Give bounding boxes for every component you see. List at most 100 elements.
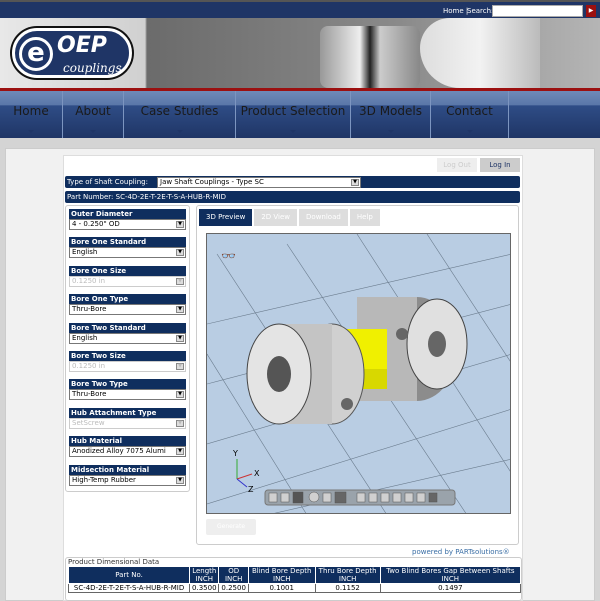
field-select[interactable]: English ▼ <box>69 247 186 259</box>
tab-help[interactable]: Help <box>349 209 380 226</box>
coupling-type-value: Jaw Shaft Couplings - Type SC <box>160 178 264 186</box>
chevron-down-icon: ▼ <box>176 419 184 427</box>
field-label: Bore Two Standard <box>69 322 186 333</box>
zoom-icon[interactable] <box>308 491 320 503</box>
nav-3d-models[interactable]: 3D Models <box>351 91 431 138</box>
oep-logo[interactable]: e OEP couplings <box>12 28 132 78</box>
column-header: Blind Bore Depth INCH <box>247 566 316 584</box>
logo-oep: OEP <box>57 33 107 58</box>
field-label: Midsection Material <box>69 464 186 475</box>
field-select: 0.1250 in ▼ <box>69 360 186 372</box>
field-value: 0.1250 in <box>72 361 106 370</box>
banner-coupling-image <box>320 26 420 88</box>
field-select[interactable]: Anodized Alloy 7075 Alumi ▼ <box>69 446 186 458</box>
rotate-icon[interactable] <box>322 492 332 503</box>
field-select[interactable]: Thru-Bore ▼ <box>69 304 186 316</box>
chevron-down-icon: ▼ <box>176 306 184 314</box>
options-panel: Outer Diameter 4 - 0.250" OD ▼ Bore One Sta… <box>65 205 190 492</box>
3d-viewer[interactable]: 👓 Y XZ <box>206 233 511 514</box>
field-select: 0.1250 in ▼ <box>69 275 186 287</box>
svg-text:X: X <box>254 469 260 478</box>
field-select[interactable]: High-Temp Rubber ▼ <box>69 474 186 486</box>
view-right-icon[interactable] <box>392 492 402 503</box>
view-iso-icon[interactable] <box>428 492 438 503</box>
field-select[interactable]: English ▼ <box>69 332 186 344</box>
main-nav: Home About Case Studies Product Selectio… <box>0 91 600 138</box>
view-left-icon[interactable] <box>380 492 390 503</box>
field-label: Bore Two Size <box>69 350 186 361</box>
nav-product-selection[interactable]: Product Selection <box>236 91 351 138</box>
nav-home[interactable]: Home <box>0 91 63 138</box>
field-label: Bore One Standard <box>69 237 186 248</box>
edges-icon[interactable] <box>292 491 304 504</box>
column-header: Part No. <box>67 566 191 584</box>
field-bore-one-standard: Bore One Standard English ▼ <box>69 237 186 265</box>
nav-contact[interactable]: Contact <box>431 91 509 138</box>
logo-couplings: couplings <box>63 61 122 75</box>
3d-model-view: 👓 Y XZ <box>207 234 510 513</box>
field-value: Thru-Bore <box>72 305 107 314</box>
column-header: Length INCH <box>189 566 220 584</box>
tab-3d-preview[interactable]: 3D Preview <box>199 209 253 226</box>
view-back-icon[interactable] <box>368 492 378 503</box>
field-select[interactable]: Thru-Bore ▼ <box>69 389 186 401</box>
coupling-type-select[interactable]: Jaw Shaft Couplings - Type SC ▼ <box>157 177 361 188</box>
chevron-down-icon: ▼ <box>351 179 359 186</box>
shaded-icon[interactable] <box>280 492 290 503</box>
coupling-type-bar: Type of Shaft Coupling: Jaw Shaft Coupli… <box>65 176 520 188</box>
column-header: OD INCH <box>218 566 249 584</box>
banner: e OEP couplings <box>0 18 600 88</box>
field-bore-two-type: Bore Two Type Thru-Bore ▼ <box>69 379 186 407</box>
field-select[interactable]: 4 - 0.250" OD ▼ <box>69 219 186 230</box>
top-bar: Home | Search: ▶ <box>0 0 600 18</box>
render-mode-icon[interactable] <box>268 492 278 503</box>
powered-by-link[interactable]: powered by PARTsolutions® <box>412 548 510 556</box>
logout-button[interactable]: Log Out <box>437 158 477 172</box>
home-link[interactable]: Home | <box>443 7 468 15</box>
table-cell: 0.2500 <box>218 583 249 593</box>
nav-case-studies[interactable]: Case Studies <box>124 91 236 138</box>
login-button[interactable]: Log In <box>480 158 520 172</box>
table-row: SC-4D-2E-T-2E-T-S-A-HUB-R-MID 0.3500 0.250… <box>67 583 522 593</box>
nav-about[interactable]: About <box>63 91 124 138</box>
field-value: Thru-Bore <box>72 390 107 399</box>
field-midsection-material: Midsection Material High-Temp Rubber ▼ <box>69 464 186 493</box>
field-label: Outer Diameter <box>69 209 186 219</box>
field-bore-one-type: Bore One Type Thru-Bore ▼ <box>69 294 186 322</box>
generate-button[interactable]: Generate <box>206 519 256 535</box>
table-title: Product Dimensional Data <box>68 558 160 566</box>
pan-icon[interactable] <box>334 491 347 504</box>
field-value: 4 - 0.250" OD <box>72 220 120 228</box>
chevron-down-icon: ▼ <box>176 334 184 342</box>
field-select: SetScrew ▼ <box>69 417 186 429</box>
search-go-button[interactable]: ▶ <box>586 5 596 17</box>
field-value: English <box>72 333 98 342</box>
field-bore-two-standard: Bore Two Standard English ▼ <box>69 322 186 351</box>
search-label: Search: <box>467 7 494 15</box>
field-hub-material: Hub Material Anodized Alloy 7075 Alumi ▼ <box>69 436 186 464</box>
tab-2d-view[interactable]: 2D View <box>254 209 298 226</box>
view-bottom-icon[interactable] <box>416 492 426 503</box>
svg-text:Z: Z <box>248 485 254 494</box>
field-value: English <box>72 248 98 257</box>
tab-download[interactable]: Download <box>299 209 348 226</box>
dimensional-data: Product Dimensional Data Part No. Length I… <box>65 557 522 601</box>
chevron-down-icon: ▼ <box>176 249 184 257</box>
view-front-icon[interactable] <box>356 492 366 503</box>
dimension-table: Part No. Length INCH OD INCH Blind Bore Depth… <box>67 566 522 593</box>
field-bore-one-size: Bore One Size 0.1250 in ▼ <box>69 265 186 294</box>
table-cell: 0.1152 <box>314 583 381 593</box>
field-label: Hub Material <box>69 436 186 447</box>
chevron-down-icon: ▼ <box>176 476 184 484</box>
field-value: SetScrew <box>72 418 105 427</box>
chevron-down-icon: ▼ <box>176 448 184 456</box>
coupling-type-label: Type of Shaft Coupling: <box>67 178 148 186</box>
part-number-bar: Part Number: SC-4D-2E-T-2E-T-S-A-HUB-R-M… <box>65 191 520 203</box>
field-label: Bore Two Type <box>69 379 186 390</box>
logo-e: e <box>19 37 53 71</box>
table-cell: SC-4D-2E-T-2E-T-S-A-HUB-R-MID <box>67 583 191 593</box>
3d-glasses-icon[interactable]: 👓 <box>221 249 236 263</box>
chevron-down-icon: ▼ <box>176 277 184 285</box>
search-input[interactable] <box>492 5 583 17</box>
view-top-icon[interactable] <box>404 492 414 503</box>
